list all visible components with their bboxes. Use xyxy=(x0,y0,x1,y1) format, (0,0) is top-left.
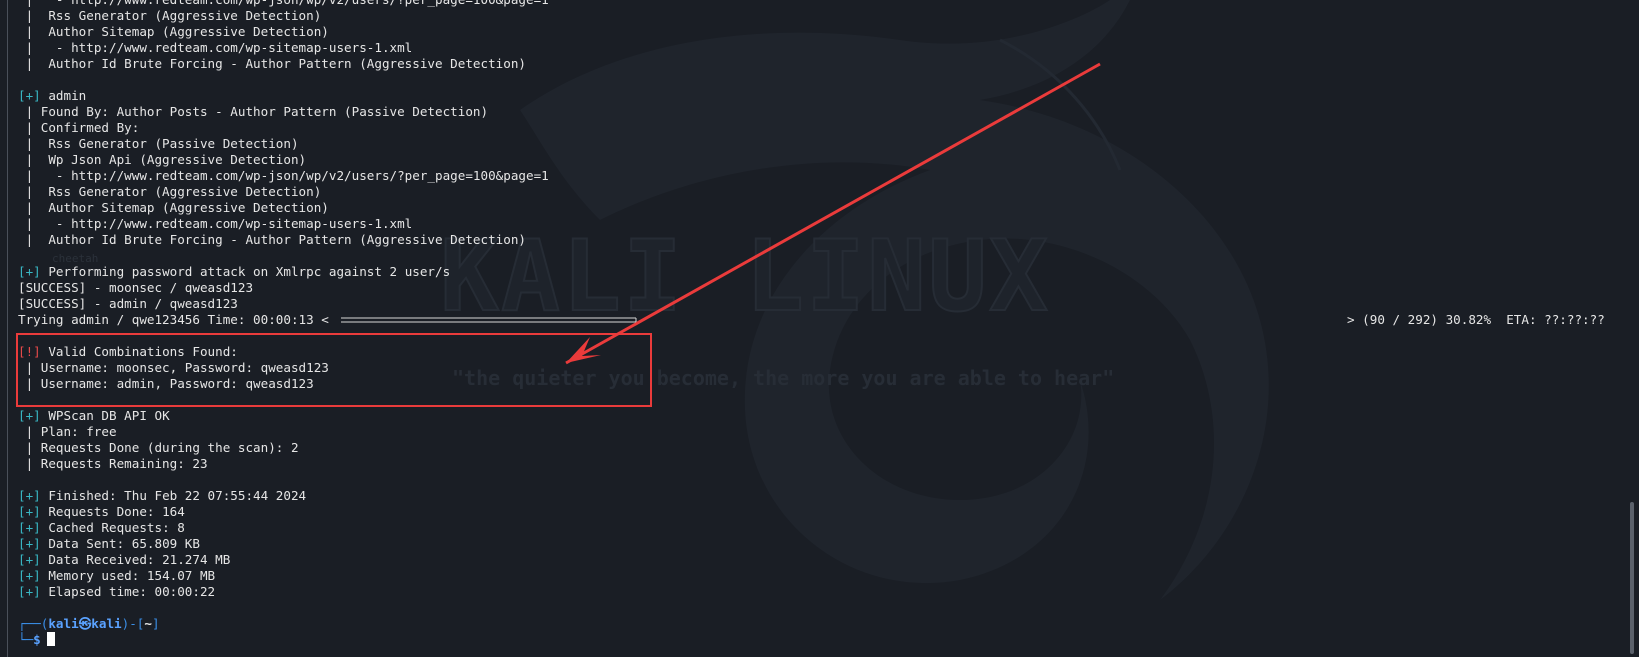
terminal-line: | - http://www.redteam.com/wp-sitemap-us… xyxy=(18,40,413,56)
annotation-highlight-box xyxy=(16,333,652,407)
text-cursor[interactable] xyxy=(46,632,55,646)
terminal-line: | Author Sitemap (Aggressive Detection) xyxy=(18,200,329,216)
shell-prompt-line: ┌──(kali㉿kali)-[~] xyxy=(18,616,160,632)
line-text: WPScan DB API OK xyxy=(40,408,170,423)
terminal-line: | Author Id Brute Forcing - Author Patte… xyxy=(18,232,526,248)
progress-status: > (90 / 292) 30.82% ETA: ??:??:?? xyxy=(1347,312,1605,327)
line-text: | Requests Done (during the scan): 2 xyxy=(18,440,299,455)
line-text: [SUCCESS] - admin / qweasd123 xyxy=(18,296,238,311)
terminal-line: | Plan: free xyxy=(18,424,117,440)
terminal-line: | - http://www.redteam.com/wp-json/wp/v2… xyxy=(18,168,549,184)
line-text: Data Sent: 65.809 KB xyxy=(40,536,200,551)
prompt-at-icon: ㉿ xyxy=(78,616,92,631)
info-marker: [+] xyxy=(18,520,41,535)
prompt-host: kali xyxy=(91,616,122,631)
kali-wallpaper: KALI LINUX "the quieter you become, the … xyxy=(0,0,1639,657)
terminal-line: | - http://www.redteam.com/wp-sitemap-us… xyxy=(18,216,413,232)
prompt-separator: )-[ xyxy=(121,616,145,631)
terminal-left-border xyxy=(7,0,8,657)
progress-bar xyxy=(341,312,641,327)
terminal-line: [SUCCESS] - admin / qweasd123 xyxy=(18,296,238,312)
terminal-line: | Author Id Brute Forcing - Author Patte… xyxy=(18,56,526,72)
line-text: | Found By: Author Posts - Author Patter… xyxy=(18,104,489,119)
line-text: | - http://www.redteam.com/wp-json/wp/v2… xyxy=(18,0,549,7)
prompt-user: kali xyxy=(48,616,79,631)
terminal-line: | Rss Generator (Aggressive Detection) xyxy=(18,184,322,200)
terminal-line: | Rss Generator (Aggressive Detection) xyxy=(18,8,322,24)
info-marker: [+] xyxy=(18,488,41,503)
terminal-line: [SUCCESS] - moonsec / qweasd123 xyxy=(18,280,253,296)
line-text: | - http://www.redteam.com/wp-sitemap-us… xyxy=(18,216,413,231)
prompt-corner: ┌──( xyxy=(18,616,49,631)
terminal-line: [+] Finished: Thu Feb 22 07:55:44 2024 xyxy=(18,488,306,504)
line-text: | Requests Remaining: 23 xyxy=(18,456,208,471)
terminal-line: [+] admin xyxy=(18,88,86,104)
terminal-line: | Confirmed By: xyxy=(18,120,140,136)
line-text: Memory used: 154.07 MB xyxy=(40,568,216,583)
line-text: | Rss Generator (Aggressive Detection) xyxy=(18,8,322,23)
prompt-corner-bottom: └─ xyxy=(18,632,34,647)
line-text: | Confirmed By: xyxy=(18,120,140,135)
line-text: | Author Sitemap (Aggressive Detection) xyxy=(18,24,329,39)
terminal-window[interactable]: KALI LINUX "the quieter you become, the … xyxy=(0,0,1639,657)
info-marker: [+] xyxy=(18,552,41,567)
line-text: Cached Requests: 8 xyxy=(40,520,185,535)
line-text: admin xyxy=(40,88,87,103)
prompt-directory: ~ xyxy=(144,616,152,631)
line-text: Elapsed time: 00:00:22 xyxy=(40,584,216,599)
line-text: Trying admin / qwe123456 Time: 00:00:13 … xyxy=(18,312,329,327)
terminal-line: [+] Elapsed time: 00:00:22 xyxy=(18,584,215,600)
info-marker: [+] xyxy=(18,88,41,103)
line-text: | Author Id Brute Forcing - Author Patte… xyxy=(18,56,526,71)
dragon-silhouette xyxy=(520,0,1269,600)
info-marker: [+] xyxy=(18,504,41,519)
terminal-line: | Found By: Author Posts - Author Patter… xyxy=(18,104,489,120)
line-text: [SUCCESS] - moonsec / qweasd123 xyxy=(18,280,254,295)
line-text: | - http://www.redteam.com/wp-json/wp/v2… xyxy=(18,168,549,183)
terminal-line: [+] Data Sent: 65.809 KB xyxy=(18,536,200,552)
line-text: Data Received: 21.274 MB xyxy=(40,552,231,567)
prompt-bracket-end: ] xyxy=(151,616,160,631)
terminal-scrollbar[interactable] xyxy=(1630,502,1634,654)
info-marker: [+] xyxy=(18,264,41,279)
terminal-line: | Wp Json Api (Aggressive Detection) xyxy=(18,152,307,168)
line-text: | Plan: free xyxy=(18,424,117,439)
terminal-line: [+] Requests Done: 164 xyxy=(18,504,185,520)
terminal-line: [+] WPScan DB API OK xyxy=(18,408,170,424)
annotation-arrow-icon xyxy=(565,62,1101,365)
line-text: | - http://www.redteam.com/wp-sitemap-us… xyxy=(18,40,413,55)
info-marker: [+] xyxy=(18,536,41,551)
terminal-line: [+] Cached Requests: 8 xyxy=(18,520,185,536)
prompt-symbol: $ xyxy=(33,632,41,647)
terminal-line: [+] Data Received: 21.274 MB xyxy=(18,552,230,568)
terminal-line: | Requests Done (during the scan): 2 xyxy=(18,440,299,456)
terminal-line: [+] Memory used: 154.07 MB xyxy=(18,568,215,584)
terminal-line: | Requests Remaining: 23 xyxy=(18,456,208,472)
terminal-line: | - http://www.redteam.com/wp-json/wp/v2… xyxy=(18,0,549,8)
progress-arrow-icon xyxy=(341,317,637,323)
info-marker: [+] xyxy=(18,568,41,583)
line-text: Performing password attack on Xmlrpc aga… xyxy=(40,264,451,279)
line-text: | Author Id Brute Forcing - Author Patte… xyxy=(18,232,526,247)
line-text: | Rss Generator (Aggressive Detection) xyxy=(18,184,322,199)
line-text: | Rss Generator (Passive Detection) xyxy=(18,136,299,151)
terminal-line: [+] Performing password attack on Xmlrpc… xyxy=(18,264,450,280)
line-text: Requests Done: 164 xyxy=(40,504,185,519)
shell-input-line[interactable]: └─$ xyxy=(18,632,55,648)
line-text: | Wp Json Api (Aggressive Detection) xyxy=(18,152,307,167)
line-text: | Author Sitemap (Aggressive Detection) xyxy=(18,200,329,215)
info-marker: [+] xyxy=(18,408,41,423)
terminal-line: Trying admin / qwe123456 Time: 00:00:13 … xyxy=(18,312,329,328)
line-text: Finished: Thu Feb 22 07:55:44 2024 xyxy=(40,488,307,503)
info-marker: [+] xyxy=(18,584,41,599)
terminal-line: | Author Sitemap (Aggressive Detection) xyxy=(18,24,329,40)
terminal-line: | Rss Generator (Passive Detection) xyxy=(18,136,299,152)
